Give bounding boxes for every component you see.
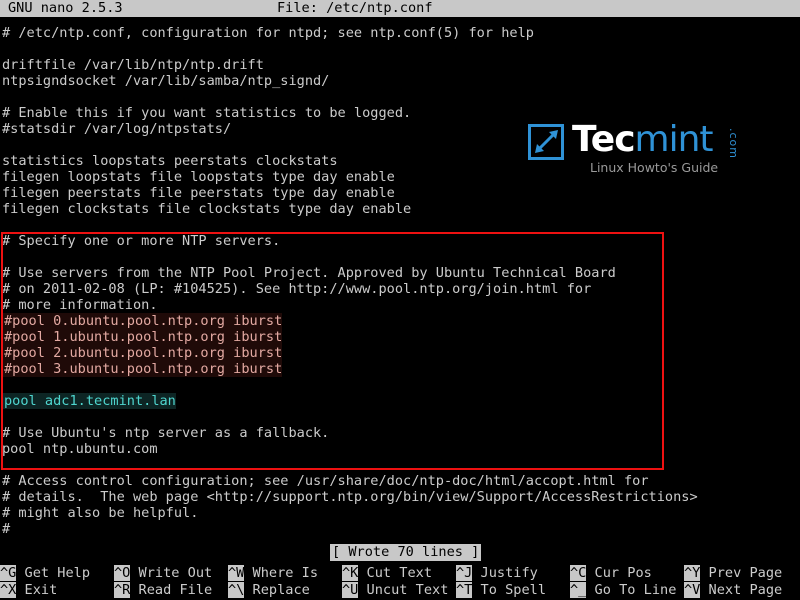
commented-pool-line[interactable]: #pool 0.ubuntu.pool.ntp.org iburst [2,313,283,329]
shortcut-get-help[interactable]: ^G Get Help [0,565,90,582]
logo-tagline: Linux Howto's Guide [590,160,719,175]
shortcut-label: Where Is [244,565,319,581]
active-pool-line[interactable]: pool adc1.tecmint.lan [2,393,176,409]
shortcut-label: Replace [244,582,310,598]
shortcut-key: ^V [684,582,701,598]
shortcut-read-file[interactable]: ^R Read File [114,582,212,599]
shortcut-key: ^R [114,582,131,598]
editor-line[interactable]: # Use Ubuntu's ntp server as a fallback. [0,425,329,441]
editor-line[interactable]: # /etc/ntp.conf, configuration for ntpd;… [0,25,534,41]
shortcut-label: Cur Pos [586,565,652,581]
shortcut-key: ^K [342,565,359,581]
nano-version-label: GNU nano 2.5.3 [8,0,123,16]
editor-line[interactable]: # details. The web page <http://support.… [0,489,698,505]
nano-status-bar: [ Wrote 70 lines ] [0,544,800,561]
shortcut-exit[interactable]: ^X Exit [0,582,57,599]
shortcut-label: Go To Line [586,582,677,598]
editor-line[interactable]: # more information. [0,297,158,313]
editor-line[interactable]: pool adc1.tecmint.lan [0,393,176,409]
shortcut-label: Uncut Text [358,582,449,598]
editor-line[interactable] [0,41,10,57]
shortcut-key: ^X [0,582,17,598]
commented-pool-line[interactable]: #pool 3.ubuntu.pool.ntp.org iburst [2,361,283,377]
shortcut-label: Read File [130,582,213,598]
editor-line[interactable] [0,217,10,233]
shortcut-label: Write Out [130,565,213,581]
shortcut-cut-text[interactable]: ^K Cut Text [342,565,432,582]
terminal-screen: GNU nano 2.5.3 File: /etc/ntp.conf # /et… [0,0,800,600]
shortcut-write-out[interactable]: ^O Write Out [114,565,212,582]
editor-line[interactable]: #pool 1.ubuntu.pool.ntp.org iburst [0,329,283,345]
shortcut-key: ^O [114,565,131,581]
shortcut-key: ^_ [570,582,587,598]
shortcut-key: ^J [456,565,473,581]
shortcut-key: ^W [228,565,245,581]
editor-line[interactable] [0,249,10,265]
nano-title-bar: GNU nano 2.5.3 File: /etc/ntp.conf [0,0,800,17]
editor-line[interactable] [0,409,10,425]
shortcut-label: To Spell [472,582,547,598]
editor-line[interactable]: pool ntp.ubuntu.com [0,441,158,457]
shortcut-key: ^U [342,582,359,598]
nano-shortcut-bar: ^G Get Help ^O Write Out ^W Where Is ^K Cut… [0,565,800,599]
editor-line[interactable]: statistics loopstats peerstats clockstat… [0,153,338,169]
shortcut-label: Next Page [700,582,783,598]
shortcut-replace[interactable]: ^\ Replace [228,582,310,599]
shortcut-key: ^T [456,582,473,598]
editor-line[interactable]: filegen peerstats file peerstats type da… [0,185,395,201]
shortcut-to-spell[interactable]: ^T To Spell [456,582,546,599]
shortcut-uncut-text[interactable]: ^U Uncut Text [342,582,448,599]
nano-filename-label: File: /etc/ntp.conf [277,0,433,16]
shortcut-label: Cut Text [358,565,433,581]
editor-line[interactable] [0,457,10,473]
expand-arrow-icon [528,124,564,160]
editor-line[interactable] [0,89,10,105]
shortcut-cur-pos[interactable]: ^C Cur Pos [570,565,652,582]
editor-line[interactable]: #pool 0.ubuntu.pool.ntp.org iburst [0,313,283,329]
status-message: [ Wrote 70 lines ] [330,544,482,561]
shortcut-go-to-line[interactable]: ^_ Go To Line [570,582,676,599]
editor-line[interactable]: #statsdir /var/log/ntpstats/ [0,121,231,137]
editor-line[interactable]: # Use servers from the NTP Pool Project.… [0,265,616,281]
shortcut-next-page[interactable]: ^V Next Page [684,582,782,599]
editor-line[interactable]: # Specify one or more NTP servers. [0,233,280,249]
editor-line[interactable]: # Access control configuration; see /usr… [0,473,649,489]
shortcut-label: Prev Page [700,565,783,581]
shortcut-key: ^C [570,565,587,581]
shortcut-row-1: ^G Get Help ^O Write Out ^W Where Is ^K Cut… [0,565,800,582]
editor-line[interactable]: # might also be helpful. [0,505,198,521]
shortcut-row-2: ^X Exit ^R Read File ^\ Replace ^U Uncut Te… [0,582,800,599]
editor-line[interactable]: # on 2011-02-08 (LP: #104525). See http:… [0,281,591,297]
tecmint-wordmark: Tecmint [572,118,714,162]
editor-line[interactable]: # Enable this if you want statistics to … [0,105,411,121]
editor-line[interactable]: ntpsigndsocket /var/lib/samba/ntp_signd/ [0,73,329,89]
shortcut-justify[interactable]: ^J Justify [456,565,538,582]
editor-line[interactable]: # [0,521,10,537]
shortcut-label: Exit [16,582,58,598]
shortcut-key: ^Y [684,565,701,581]
commented-pool-line[interactable]: #pool 1.ubuntu.pool.ntp.org iburst [2,329,283,345]
shortcut-key: ^G [0,565,17,581]
shortcut-where-is[interactable]: ^W Where Is [228,565,318,582]
logo-word-tec: Tec [572,119,636,160]
logo-dotcom-label: .com [727,128,740,159]
editor-line[interactable] [0,137,10,153]
editor-line[interactable] [0,377,10,393]
shortcut-label: Justify [472,565,538,581]
editor-line[interactable]: #pool 2.ubuntu.pool.ntp.org iburst [0,345,283,361]
logo-word-mint: mint [634,119,714,160]
shortcut-prev-page[interactable]: ^Y Prev Page [684,565,782,582]
nano-text-area[interactable]: # /etc/ntp.conf, configuration for ntpd;… [0,25,800,540]
editor-line[interactable]: filegen loopstats file loopstats type da… [0,169,395,185]
commented-pool-line[interactable]: #pool 2.ubuntu.pool.ntp.org iburst [2,345,283,361]
editor-line[interactable]: #pool 3.ubuntu.pool.ntp.org iburst [0,361,283,377]
editor-line[interactable]: filegen clockstats file clockstats type … [0,201,411,217]
tecmint-watermark-logo: Tecmint .com Linux Howto's Guide [528,118,744,178]
editor-line[interactable]: driftfile /var/lib/ntp/ntp.drift [0,57,264,73]
shortcut-key: ^\ [228,582,245,598]
shortcut-label: Get Help [16,565,91,581]
